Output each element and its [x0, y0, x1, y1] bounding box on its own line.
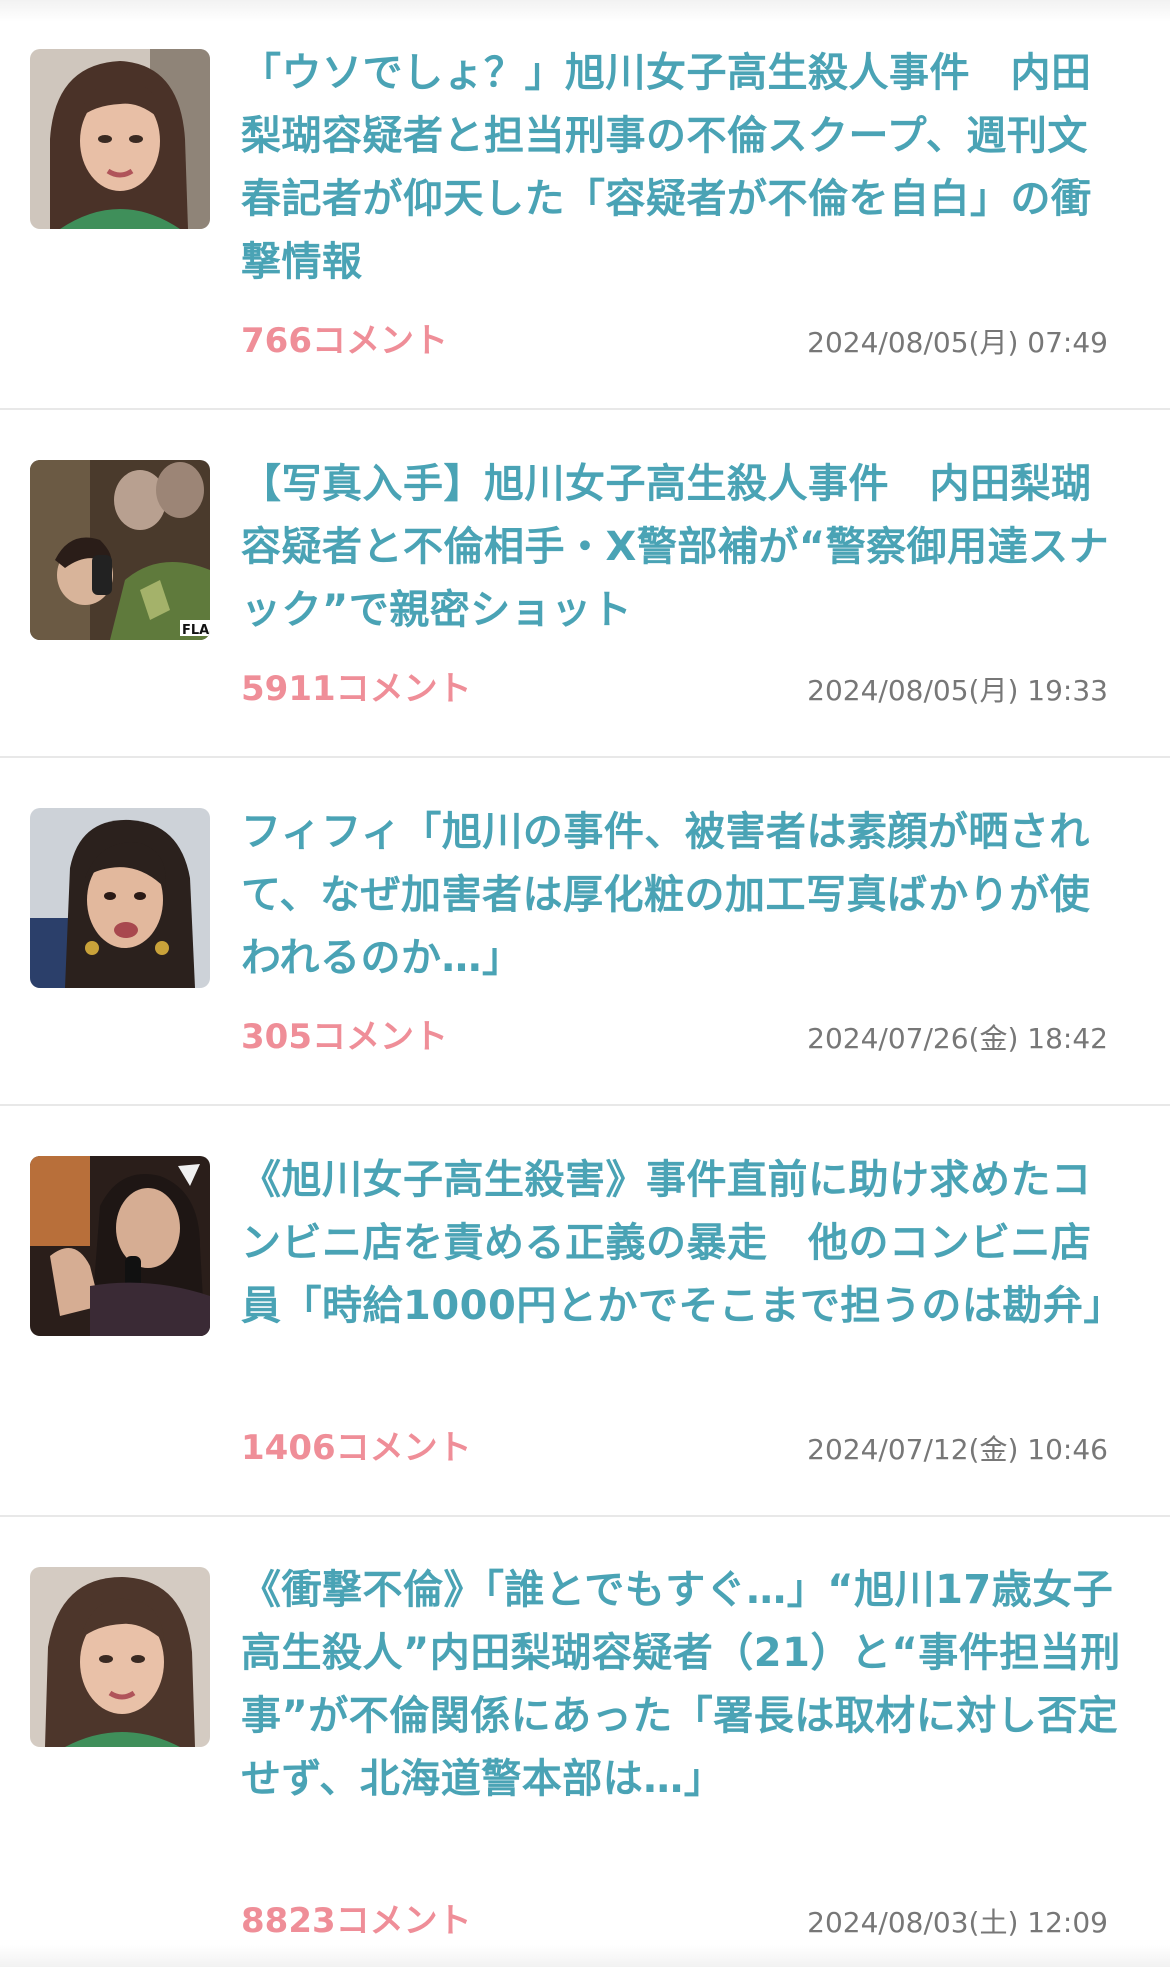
comment-count[interactable]: 1406コメント: [241, 1428, 472, 1468]
article-item[interactable]: FLA 【写真入手】旭川女子高生殺人事件 内田梨瑚容疑者と不倫相手・X警部補が“…: [0, 410, 1170, 758]
article-date: 2024/07/26(金) 18:42: [807, 1022, 1108, 1055]
article-thumbnail[interactable]: [30, 1567, 210, 1747]
article-item[interactable]: 《衝撃不倫》「誰とでもすぐ…」“旭川17歳女子高生殺人”内田梨瑚容疑者（21）と…: [0, 1517, 1170, 1967]
article-thumbnail[interactable]: FLA: [30, 460, 210, 640]
comment-count[interactable]: 8823コメント: [241, 1901, 472, 1941]
article-date: 2024/08/05(月) 07:49: [807, 326, 1108, 359]
portrait-photo-icon: [30, 1567, 210, 1747]
article-title[interactable]: 「ウソでしょ？」旭川女子高生殺人事件 内田梨瑚容疑者と担当刑事の不倫スクープ、週…: [241, 42, 1121, 294]
article-thumbnail[interactable]: [30, 49, 210, 229]
article-date: 2024/07/12(金) 10:46: [807, 1433, 1108, 1466]
karaoke-photo-icon: [30, 1156, 210, 1336]
svg-text:FLA: FLA: [182, 623, 209, 638]
article-date: 2024/08/05(月) 19:33: [807, 674, 1108, 707]
article-item[interactable]: 「ウソでしょ？」旭川女子高生殺人事件 内田梨瑚容疑者と担当刑事の不倫スクープ、週…: [0, 0, 1170, 410]
comment-count[interactable]: 766コメント: [241, 321, 448, 361]
article-item[interactable]: フィフィ「旭川の事件、被害者は素顔が晒されて、なぜ加害者は厚化粧の加工写真ばかり…: [0, 758, 1170, 1106]
comment-count[interactable]: 305コメント: [241, 1017, 448, 1057]
comment-count[interactable]: 5911コメント: [241, 669, 472, 709]
portrait-photo-icon: [30, 808, 210, 988]
portrait-photo-icon: [30, 49, 210, 229]
article-date: 2024/08/03(土) 12:09: [807, 1906, 1108, 1939]
article-item[interactable]: 《旭川女子高生殺害》事件直前に助け求めたコンビニ店を責める正義の暴走 他のコンビ…: [0, 1106, 1170, 1517]
article-thumbnail[interactable]: [30, 808, 210, 988]
bottom-shadow: [0, 1945, 1170, 1967]
article-title[interactable]: 【写真入手】旭川女子高生殺人事件 内田梨瑚容疑者と不倫相手・X警部補が“警察御用…: [241, 453, 1121, 642]
article-title[interactable]: 《衝撃不倫》「誰とでもすぐ…」“旭川17歳女子高生殺人”内田梨瑚容疑者（21）と…: [241, 1559, 1121, 1811]
article-title[interactable]: 《旭川女子高生殺害》事件直前に助け求めたコンビニ店を責める正義の暴走 他のコンビ…: [241, 1149, 1123, 1338]
article-thumbnail[interactable]: [30, 1156, 210, 1336]
article-title[interactable]: フィフィ「旭川の事件、被害者は素顔が晒されて、なぜ加害者は厚化粧の加工写真ばかり…: [241, 801, 1121, 990]
snapshot-photo-icon: FLA: [30, 460, 210, 640]
